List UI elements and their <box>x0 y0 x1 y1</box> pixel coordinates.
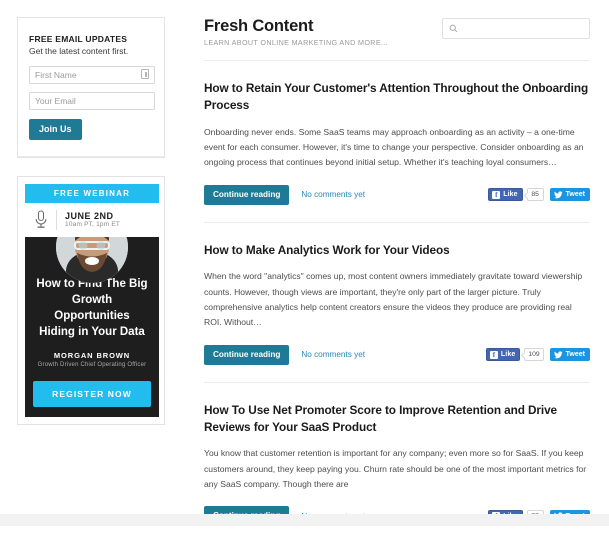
email-optin-form: FREE EMAIL UPDATES Get the latest conten… <box>18 18 164 157</box>
text-cursor-icon <box>141 69 149 79</box>
webinar-inner: FREE WEBINAR JUNE 2ND 10am PT, 1pm ET Ho… <box>25 184 159 418</box>
comments-link[interactable]: No comments yet <box>301 190 365 199</box>
content-header: Fresh Content LEARN ABOUT ONLINE MARKETI… <box>204 17 590 62</box>
article-excerpt: You know that customer retention is impo… <box>204 448 587 489</box>
optin-title: FREE EMAIL UPDATES <box>29 34 128 44</box>
article-actions: Continue reading No comments yet <box>204 184 365 205</box>
webinar-speaker-role: Growth Driven Chief Operating Officer <box>37 362 147 369</box>
search-box <box>442 18 590 39</box>
article-title[interactable]: How To Use Net Promoter Score to Improve… <box>204 402 590 436</box>
webinar-date-bar: JUNE 2ND 10am PT, 1pm ET <box>25 203 159 237</box>
facebook-like-label: Like <box>500 351 516 359</box>
page-layout: FREE EMAIL UPDATES Get the latest conten… <box>0 0 609 543</box>
article-title[interactable]: How to Retain Your Customer's Attention … <box>204 80 590 114</box>
page-tagline: LEARN ABOUT ONLINE MARKETING AND MORE... <box>204 38 389 48</box>
optin-subtitle: Get the latest content first. <box>29 46 129 56</box>
first-name-input[interactable] <box>29 66 155 84</box>
facebook-like-count: 109 <box>524 348 544 362</box>
facebook-icon: f <box>489 350 498 359</box>
first-name-field-wrap <box>29 65 155 84</box>
article-excerpt: Onboarding never ends. Some SaaS teams m… <box>204 126 584 168</box>
webinar-time: 10am PT, 1pm ET <box>65 220 121 228</box>
twitter-bird-icon <box>553 191 563 198</box>
facebook-like-count: 85 <box>526 188 544 202</box>
comments-link[interactable]: No comments yet <box>301 350 365 359</box>
page-root: FREE EMAIL UPDATES Get the latest conten… <box>0 0 609 527</box>
sidebar: FREE EMAIL UPDATES Get the latest conten… <box>0 0 178 426</box>
share-buttons: f Like 109 Tweet <box>485 348 590 362</box>
article-card: How to Make Analytics Work for Your Vide… <box>204 223 590 383</box>
article-actions: Continue reading No comments yet <box>204 344 365 365</box>
facebook-like-label: Like <box>503 191 518 199</box>
register-now-button[interactable]: REGISTER NOW <box>33 381 151 408</box>
twitter-tweet-button[interactable]: Tweet <box>549 188 590 202</box>
share-buttons: f Like 85 Tweet <box>488 188 590 202</box>
twitter-bird-icon <box>553 351 563 359</box>
search-input[interactable] <box>442 18 590 39</box>
twitter-tweet-label: Tweet <box>565 191 585 199</box>
date-divider <box>56 210 57 230</box>
article-footer: Continue reading No comments yet f Like … <box>204 344 590 365</box>
facebook-icon: f <box>492 190 501 199</box>
facebook-like-button[interactable]: f Like <box>488 188 523 202</box>
email-optin-widget: FREE EMAIL UPDATES Get the latest conten… <box>17 17 165 158</box>
facebook-like-button[interactable]: f Like <box>485 348 521 362</box>
article-footer: Continue reading No comments yet f Like … <box>204 184 590 205</box>
article-card: How to Retain Your Customer's Attention … <box>204 61 590 223</box>
page-title: Fresh Content <box>204 17 314 35</box>
search-icon <box>449 24 458 33</box>
site-identity: Fresh Content LEARN ABOUT ONLINE MARKETI… <box>204 17 388 47</box>
continue-reading-button[interactable]: Continue reading <box>204 184 290 205</box>
webinar-speaker-name: MORGAN BROWN <box>53 351 131 361</box>
webinar-widget: FREE WEBINAR JUNE 2ND 10am PT, 1pm ET Ho… <box>17 176 165 426</box>
article-excerpt: When the word "analytics" comes up, most… <box>204 271 583 328</box>
webinar-date: JUNE 2ND <box>65 210 114 221</box>
microphone-icon <box>35 210 47 228</box>
webinar-date-text: JUNE 2ND 10am PT, 1pm ET <box>65 211 120 230</box>
webinar-headline: How to Find The Big Growth Opportunities… <box>36 278 148 338</box>
article-title[interactable]: How to Make Analytics Work for Your Vide… <box>204 242 590 259</box>
webinar-ribbon: FREE WEBINAR <box>25 184 159 203</box>
main-content: Fresh Content LEARN ABOUT ONLINE MARKETI… <box>178 0 609 543</box>
webinar-body: How to Find The Big Growth Opportunities… <box>25 211 159 418</box>
email-input[interactable] <box>29 92 155 110</box>
twitter-tweet-label: Tweet <box>565 351 585 359</box>
twitter-tweet-button[interactable]: Tweet <box>549 348 590 362</box>
page-bottom-background <box>0 514 609 526</box>
join-us-button[interactable]: Join Us <box>29 119 82 140</box>
email-field-wrap <box>29 91 155 110</box>
continue-reading-button[interactable]: Continue reading <box>204 344 290 365</box>
